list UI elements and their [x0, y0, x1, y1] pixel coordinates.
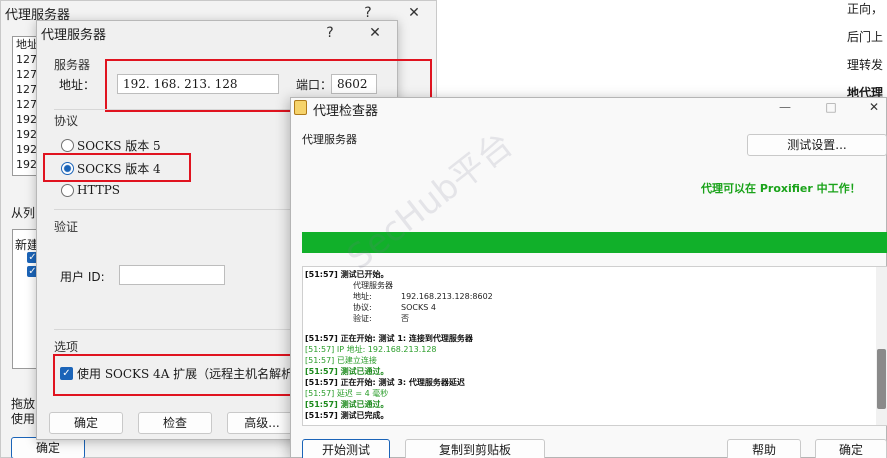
log-value: 否 — [401, 314, 409, 323]
radio-socks5[interactable] — [61, 139, 74, 152]
protocol-section-title: 协议 — [54, 114, 79, 128]
checker-help-button[interactable]: 帮助 — [727, 439, 801, 458]
minimize-button[interactable]: — — [771, 100, 799, 114]
log-line: [51:57] 正在开始: 测试 3: 代理服务器延迟 — [305, 378, 465, 387]
auth-section-title: 验证 — [54, 220, 79, 234]
proxy-server-label: 代理服务器 — [302, 133, 357, 146]
dialog-advanced-button[interactable]: 高级... — [227, 412, 297, 434]
log-scrollbar[interactable] — [876, 267, 887, 425]
log-line: [51:57] 已建立连接 — [305, 356, 377, 365]
back-ok-button[interactable]: 确定 — [11, 437, 85, 458]
log-key: 验证: — [353, 314, 372, 323]
test-settings-button[interactable]: 测试设置... — [747, 134, 887, 156]
from-list-text: 从列 — [11, 206, 36, 220]
options-section-title: 选项 — [54, 340, 79, 354]
radio-socks5-label: SOCKS 版本 5 — [77, 139, 161, 153]
dialog-check-button[interactable]: 检查 — [138, 412, 212, 434]
log-key: 协议: — [353, 303, 372, 312]
log-output[interactable]: [51:57] 测试已开始。代理服务器地址: 192.168.213.128:86… — [302, 266, 887, 426]
progress-fill — [302, 232, 887, 253]
proxy-checker-window: 代理检查器 — □ ✕ 代理服务器 测试设置... 代理可以在 Proxifie… — [290, 97, 887, 458]
dialog-help-button[interactable]: ? — [315, 21, 345, 45]
log-line: [51:57] 正在开始: 测试 1: 连接到代理服务器 — [305, 334, 473, 343]
socks4a-highlight-box — [53, 354, 309, 396]
log-line: 代理服务器 — [353, 281, 393, 290]
dialog-ok-button[interactable]: 确定 — [49, 412, 123, 434]
log-scrollbar-thumb[interactable] — [877, 349, 886, 409]
radio-https-label: HTTPS — [77, 183, 120, 197]
checker-close-button[interactable]: ✕ — [861, 100, 887, 114]
log-line: [51:57] 测试已通过。 — [305, 367, 389, 376]
log-line: 地址: 192.168.213.128:8602 — [303, 291, 887, 302]
log-key: 地址: — [353, 292, 372, 301]
back-close-button[interactable]: ✕ — [399, 1, 429, 25]
radio-https[interactable] — [61, 183, 74, 197]
checker-title: 代理检查器 — [313, 104, 379, 119]
log-value: SOCKS 4 — [401, 303, 436, 312]
checker-ok-button[interactable]: 确定 — [815, 439, 887, 458]
drag-hint-2: 使用 — [11, 412, 36, 426]
log-line: [51:57] 测试已开始。 — [305, 270, 389, 279]
progress-bar — [302, 232, 887, 253]
protocol-option-https[interactable]: HTTPS — [61, 183, 120, 197]
dialog-close-button[interactable]: ✕ — [360, 21, 390, 45]
log-line: 验证: 否 — [303, 313, 887, 324]
socks4-highlight-box — [43, 153, 191, 182]
divider — [54, 329, 294, 330]
log-value: 192.168.213.128:8602 — [401, 292, 493, 301]
divider — [54, 109, 294, 110]
maximize-button[interactable]: □ — [817, 100, 845, 114]
log-line: 协议: SOCKS 4 — [303, 302, 887, 313]
doc-text-3: 理转发 — [847, 58, 884, 72]
log-line: [51:57] IP 地址: 192.168.213.128 — [305, 345, 437, 354]
log-line: [51:57] 测试已通过。 — [305, 400, 389, 409]
doc-text-2: 后门上 — [847, 30, 884, 44]
log-line: [51:57] 延迟 = 4 毫秒 — [305, 389, 389, 398]
user-id-label: 用户 ID: — [60, 270, 105, 284]
log-line: [51:57] 测试已完成。 — [305, 411, 389, 420]
divider — [54, 209, 294, 210]
protocol-option-socks5[interactable]: SOCKS 版本 5 — [61, 137, 161, 154]
start-test-button[interactable]: 开始测试 — [302, 439, 390, 458]
status-message: 代理可以在 Proxifier 中工作！ — [701, 182, 861, 195]
server-section-title: 服务器 — [54, 58, 91, 72]
doc-text-1: 正向， — [847, 2, 884, 16]
clipboard-icon — [294, 100, 307, 115]
address-label: 地址： — [59, 78, 96, 92]
copy-clipboard-button[interactable]: 复制到剪贴板 — [405, 439, 545, 458]
user-id-input[interactable] — [119, 265, 225, 285]
